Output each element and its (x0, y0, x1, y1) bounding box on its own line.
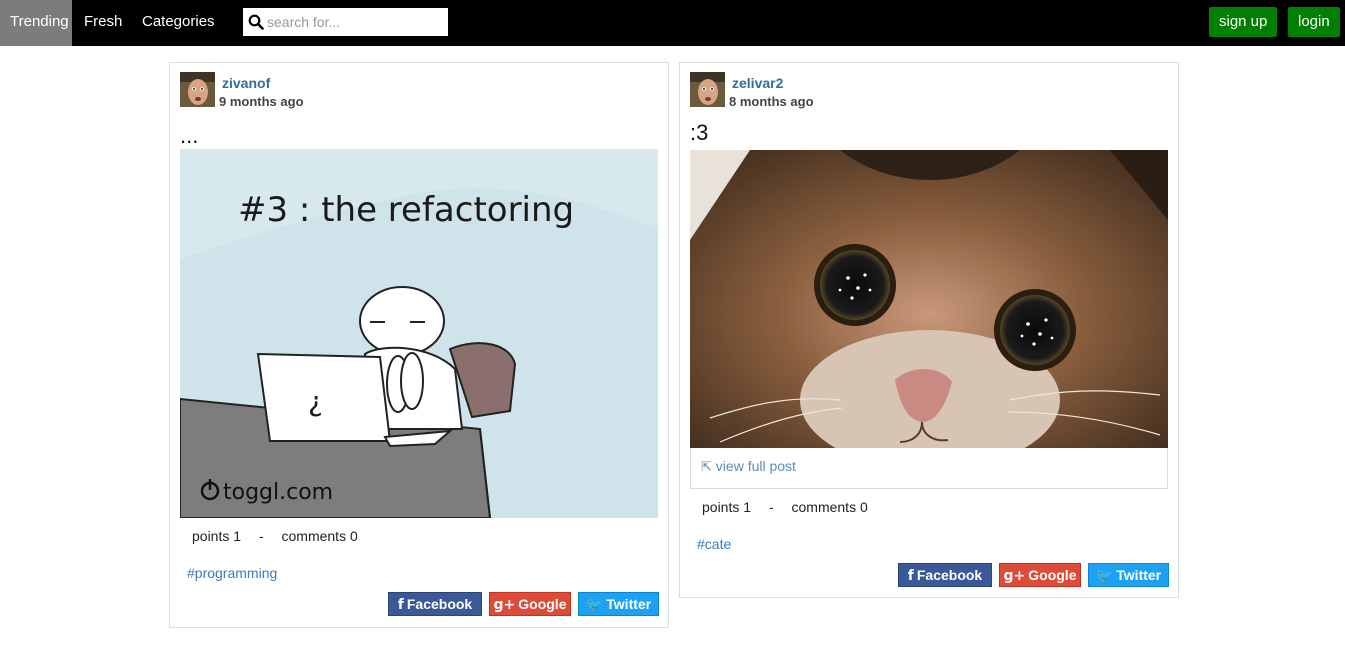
post-author[interactable]: zivanof (222, 75, 270, 91)
post-author[interactable]: zelivar2 (732, 75, 783, 91)
post-tag[interactable]: #programming (187, 565, 277, 581)
post-time: 9 months ago (219, 94, 304, 109)
post-image[interactable]: #3 : the refactoring ¿ toggl.com (180, 149, 658, 518)
image-caption: #3 : the refactoring (238, 190, 574, 230)
facebook-label: Facebook (406, 596, 473, 612)
post-stats: points 1 - comments 0 (702, 499, 868, 515)
google-share-button[interactable]: g+ Google (489, 592, 571, 616)
svg-text:¿: ¿ (308, 385, 323, 418)
nav-fresh[interactable]: Fresh (74, 0, 132, 46)
view-full-post-label: view full post (715, 458, 796, 474)
search-input[interactable] (267, 8, 445, 36)
stats-separator: - (768, 499, 774, 515)
external-link-icon: ⇱ (701, 460, 712, 475)
login-button[interactable]: login (1288, 7, 1340, 37)
post-title: ... (180, 123, 199, 148)
points-count: points 1 (192, 528, 242, 544)
stats-separator: - (258, 528, 264, 544)
nav-categories[interactable]: Categories (132, 0, 225, 46)
top-navbar: Trending Fresh Categories sign up login (0, 0, 1345, 46)
post-tag[interactable]: #cate (697, 536, 731, 552)
post-time: 8 months ago (729, 94, 814, 109)
twitter-icon: 🐦 (585, 597, 604, 613)
nav-trending[interactable]: Trending (0, 0, 72, 46)
sign-up-button[interactable]: sign up (1209, 7, 1278, 37)
avatar[interactable] (690, 72, 725, 107)
google-share-button[interactable]: g+ Google (999, 563, 1081, 587)
twitter-share-button[interactable]: 🐦 Twitter (578, 592, 659, 616)
points-count: points 1 (702, 499, 752, 515)
facebook-icon: f (397, 597, 404, 613)
comments-count[interactable]: comments 0 (282, 528, 358, 544)
image-watermark: toggl.com (223, 480, 333, 505)
post-image[interactable] (690, 150, 1168, 448)
twitter-share-button[interactable]: 🐦 Twitter (1088, 563, 1169, 587)
facebook-share-button[interactable]: f Facebook (388, 592, 482, 616)
avatar[interactable] (180, 72, 215, 107)
view-full-post-link[interactable]: ⇱ view full post (701, 458, 796, 475)
facebook-icon: f (907, 568, 914, 584)
post-title: :3 (690, 120, 709, 145)
search-icon (248, 14, 264, 30)
google-plus-icon: g+ (1003, 568, 1026, 584)
google-label: Google (518, 596, 567, 612)
twitter-label: Twitter (1116, 567, 1162, 583)
twitter-icon: 🐦 (1095, 568, 1114, 584)
post-card: zelivar2 8 months ago :3 ⇱ view full pos… (679, 62, 1179, 598)
post-card: zivanof 9 months ago ... #3 : the refact… (169, 62, 669, 628)
comments-count[interactable]: comments 0 (792, 499, 868, 515)
search-box (243, 8, 448, 36)
facebook-share-button[interactable]: f Facebook (898, 563, 992, 587)
facebook-label: Facebook (916, 567, 983, 583)
twitter-label: Twitter (606, 596, 652, 612)
google-label: Google (1028, 567, 1077, 583)
post-stats: points 1 - comments 0 (192, 528, 358, 544)
google-plus-icon: g+ (493, 597, 516, 613)
view-full-post-bar: ⇱ view full post (690, 448, 1168, 489)
